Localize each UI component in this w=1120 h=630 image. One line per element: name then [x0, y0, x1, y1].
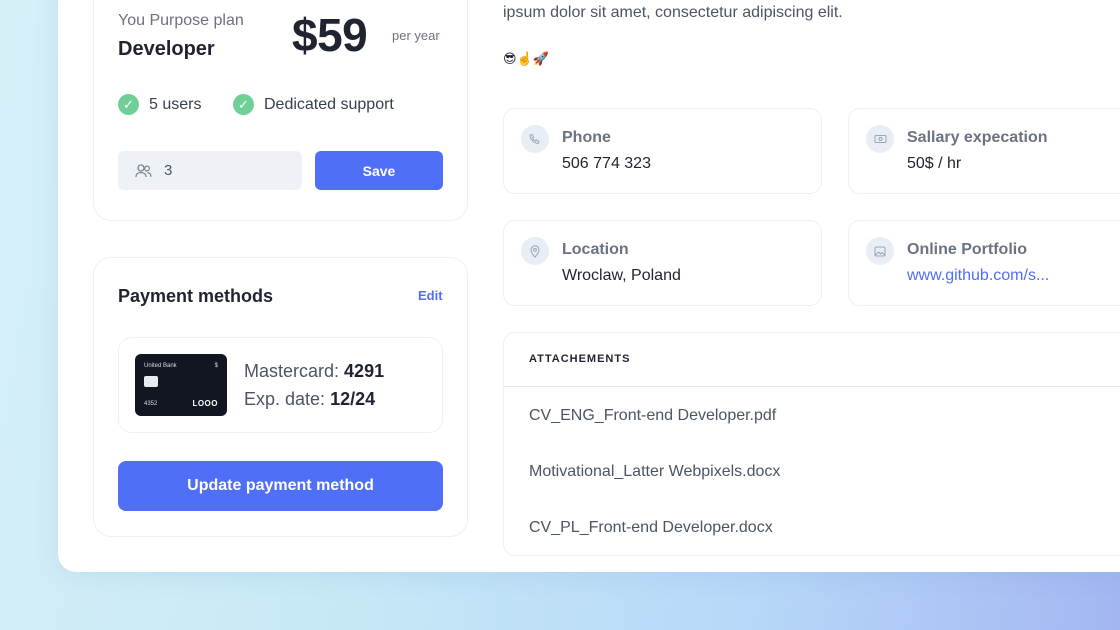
edit-payment-link[interactable]: Edit	[418, 288, 443, 303]
users-icon	[135, 163, 152, 177]
portfolio-card: Online Portfolio www.github.com/s...	[848, 220, 1120, 306]
phone-label: Phone	[562, 129, 611, 146]
method-exp-date: Exp. date: 12/24	[244, 389, 375, 410]
phone-card: Phone 506 774 323	[503, 108, 822, 194]
plan-name: Developer	[118, 38, 215, 60]
phone-icon	[521, 125, 549, 153]
bio-emojis: 😎☝️🚀	[503, 51, 549, 66]
payment-title: Payment methods	[118, 286, 274, 306]
location-value: Wroclaw, Poland	[562, 267, 681, 284]
salary-value: 50$ / hr	[907, 155, 962, 172]
plan-label: You Purpose plan	[118, 12, 244, 29]
card-short-number: 4352	[144, 401, 158, 407]
plan-period: per year	[392, 28, 440, 43]
seats-value: 3	[164, 162, 173, 179]
attachment-item[interactable]: CV_PL_Front-end Developer.docx	[529, 519, 773, 537]
method-number: 4291	[344, 361, 385, 381]
attachment-item[interactable]: CV_ENG_Front-end Developer.pdf	[529, 407, 776, 425]
image-icon	[866, 237, 894, 265]
exp-value: 12/24	[330, 389, 376, 409]
attachments-heading: ATTACHEMENTS	[529, 353, 631, 365]
card-logo: LOOO	[192, 399, 218, 408]
salary-label: Sallary expecation	[907, 129, 1048, 146]
portfolio-label: Online Portfolio	[907, 241, 1027, 258]
update-payment-button[interactable]: Update payment method	[118, 461, 443, 511]
exp-label: Exp. date:	[244, 389, 326, 409]
divider	[503, 386, 1120, 387]
bio-text: ipsum dolor sit amet, consectetur adipis…	[503, 4, 843, 21]
check-icon: ✓	[233, 94, 254, 115]
save-button[interactable]: Save	[315, 151, 443, 190]
bank-name: United Bank	[144, 363, 177, 369]
check-icon: ✓	[118, 94, 139, 115]
location-label: Location	[562, 241, 629, 258]
seats-input[interactable]: 3	[118, 151, 302, 190]
portfolio-link[interactable]: www.github.com/s...	[907, 267, 1049, 285]
plan-price: $59	[292, 9, 368, 61]
feature-support: ✓ Dedicated support	[233, 94, 394, 115]
method-card-number: Mastercard: 4291	[244, 361, 384, 382]
chip-icon	[144, 376, 158, 387]
location-card: Location Wroclaw, Poland	[503, 220, 822, 306]
feature-label: Dedicated support	[264, 95, 394, 113]
salary-card: Sallary expecation 50$ / hr	[848, 108, 1120, 194]
phone-value: 506 774 323	[562, 155, 651, 172]
location-pin-icon	[521, 237, 549, 265]
feature-label: 5 users	[149, 95, 202, 113]
money-icon	[866, 125, 894, 153]
bank-card-image: United Bank $ 4352 LOOO	[135, 354, 227, 416]
method-label: Mastercard:	[244, 361, 340, 381]
currency-symbol: $	[214, 363, 218, 369]
attachment-item[interactable]: Motivational_Latter Webpixels.docx	[529, 463, 780, 481]
feature-users: ✓ 5 users	[118, 94, 201, 115]
